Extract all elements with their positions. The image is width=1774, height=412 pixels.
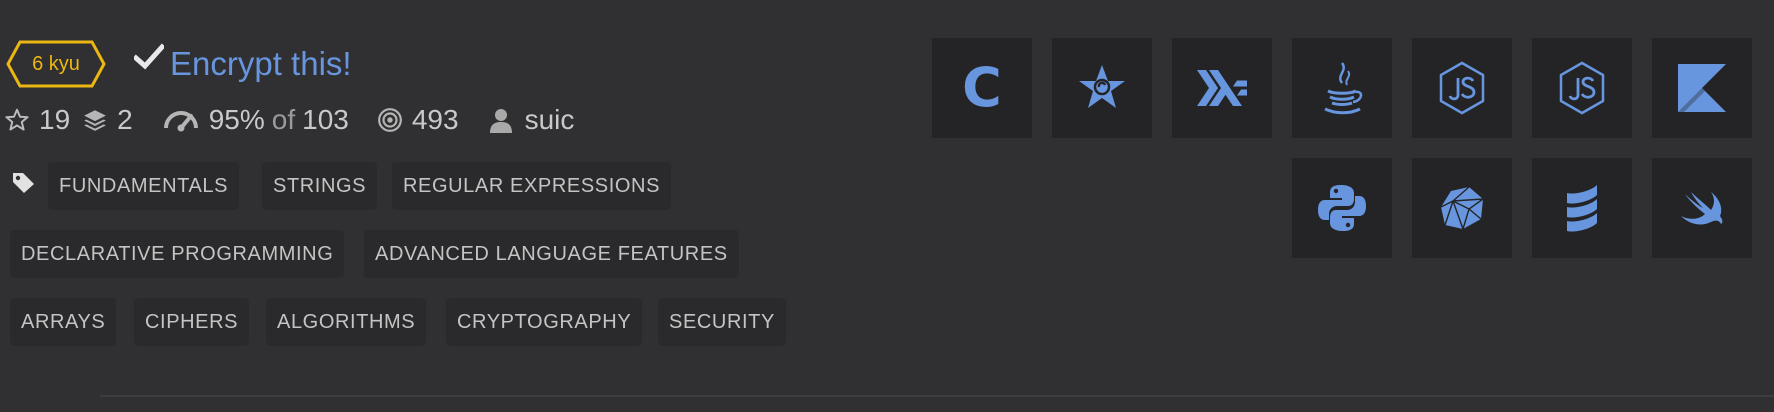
- completed-count: 493: [411, 104, 459, 135]
- kata-header: 6 kyu Encrypt this!: [6, 38, 352, 90]
- language-crystal[interactable]: [1052, 38, 1152, 138]
- tag-fundamentals[interactable]: FUNDAMENTALS: [48, 162, 240, 210]
- tag-security[interactable]: SECURITY: [658, 298, 786, 346]
- satisfaction-votes: 103: [302, 104, 349, 135]
- swift-icon: [1681, 192, 1723, 225]
- language-ruby[interactable]: [1412, 158, 1512, 258]
- scala-icon: [1567, 185, 1597, 232]
- crystal-star-icon: [1079, 65, 1125, 108]
- user-icon: [489, 109, 512, 133]
- tag-strings[interactable]: STRINGS: [262, 162, 378, 210]
- satisfaction-of: of: [271, 104, 296, 135]
- tag-declarative-programming[interactable]: DECLARATIVE PROGRAMMING: [10, 230, 345, 278]
- language-kotlin[interactable]: [1652, 38, 1752, 138]
- python-icon: [1318, 185, 1366, 231]
- satisfaction-stat: 95% of 103: [163, 104, 349, 136]
- target-icon: [377, 108, 402, 132]
- rank-label: 6 kyu: [32, 52, 80, 75]
- language-swift[interactable]: [1652, 158, 1752, 258]
- satisfaction-percent: 95%: [208, 104, 265, 135]
- ruby-icon: [1440, 186, 1484, 230]
- checkmark-icon: [134, 43, 164, 70]
- stars-count: 19: [39, 104, 71, 135]
- section-divider: [100, 395, 1774, 397]
- kata-title-link[interactable]: Encrypt this!: [170, 45, 352, 83]
- gauge-icon: [163, 111, 198, 132]
- collections-stat[interactable]: 2: [82, 104, 133, 136]
- tag-algorithms[interactable]: ALGORITHMS: [266, 298, 427, 346]
- tag-arrays[interactable]: ARRAYS: [10, 298, 117, 346]
- tag-ciphers[interactable]: CIPHERS: [134, 298, 250, 346]
- language-python[interactable]: [1292, 158, 1392, 258]
- javascript-icon: [1439, 61, 1485, 115]
- tag-advanced-language-features[interactable]: ADVANCED LANGUAGE FEATURES: [364, 230, 739, 278]
- language-haskell[interactable]: [1172, 38, 1272, 138]
- tag-regular-expressions[interactable]: REGULAR EXPRESSIONS: [392, 162, 672, 210]
- tag-icon: [13, 173, 34, 193]
- language-c[interactable]: C: [932, 38, 1032, 138]
- star-outline-icon: [5, 108, 29, 131]
- language-javascript[interactable]: [1412, 38, 1512, 138]
- c-icon: C: [962, 56, 1002, 119]
- author-stat[interactable]: suic: [489, 104, 575, 136]
- completed-stat: 493: [377, 104, 459, 136]
- language-java[interactable]: [1292, 38, 1392, 138]
- author-name: suic: [524, 104, 575, 135]
- kotlin-icon: [1678, 64, 1726, 112]
- collections-count: 2: [117, 104, 133, 135]
- haskell-icon: [1197, 70, 1247, 106]
- layers-icon: [84, 110, 106, 131]
- language-scala[interactable]: [1532, 158, 1632, 258]
- language-typescript[interactable]: [1532, 38, 1632, 138]
- java-icon: [1324, 62, 1363, 115]
- tag-cryptography[interactable]: CRYPTOGRAPHY: [446, 298, 643, 346]
- stats-row: 19 2 95% of 103 493 suic: [4, 101, 574, 139]
- stars-stat[interactable]: 19: [4, 104, 70, 136]
- rank-badge: 6 kyu: [6, 40, 106, 88]
- javascript-icon: [1559, 61, 1605, 115]
